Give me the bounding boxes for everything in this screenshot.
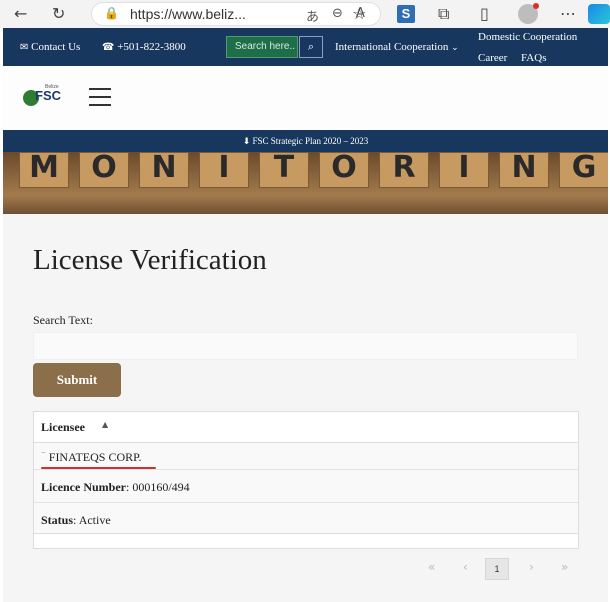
status-label: Status [41,513,74,527]
edge-icon[interactable] [588,4,610,24]
licence-number-row: Licence Number: 000160/494 [41,480,190,495]
page-title: License Verification [33,244,267,276]
phone-label: +501-822-3800 [117,41,186,53]
licensee-name: ⁻ FINATEQS CORP. [41,450,141,465]
licensee-value: FINATEQS CORP. [48,450,142,464]
search-text-label: Search Text: [33,313,93,327]
zoom-out-icon[interactable]: ⊖ [332,6,343,21]
address-bar[interactable]: 🔒 https://www.beliz... あ ⊖ A [91,2,381,26]
top-contact-bar: ✉ Contact Us ☎ +501-822-3800 Search here… [3,28,608,66]
download-icon: ⬇ [242,137,251,147]
results-table: Licensee ▲ ⁻ FINATEQS CORP. Licence Numb… [33,411,579,549]
envelope-icon: ✉ [20,42,29,53]
search-icon: ⌕ [307,40,315,53]
lock-icon[interactable]: 🔒 [104,6,119,20]
phone-icon: ☎ [102,42,115,53]
nav-career[interactable]: Career [478,51,507,65]
fsc-logo[interactable]: Belize FSC [23,84,63,110]
licence-number-value: : 000160/494 [125,480,190,494]
menu-icon[interactable] [89,88,111,106]
letter-block: T [259,152,309,188]
nav-domestic-cooperation[interactable]: Domestic Cooperation [478,30,577,44]
nav-international-label: International Cooperation [335,41,449,53]
search-button[interactable]: ⌕ [299,36,323,58]
main-content: License Verification Search Text: Submit… [3,214,608,602]
status-value: : Active [73,513,111,527]
read-aloud-icon[interactable]: あ [306,6,319,25]
address-text[interactable]: https://www.beliz... [130,6,246,22]
puzzle-icon[interactable]: ⧉ [438,4,449,24]
letter-block: M [19,152,69,188]
letter-block: R [379,152,429,188]
letter-block: I [199,152,249,188]
table-footer [34,533,578,548]
letter-block: N [139,152,189,188]
pager-current-page[interactable]: 1 [485,558,509,580]
letter-block: I [439,152,489,188]
refresh-icon[interactable]: ↻ [52,4,65,24]
logo-text: FSC [35,88,61,103]
notification-dot [533,3,539,9]
favorite-icon[interactable]: ☆ [352,4,366,24]
monitoring-banner: M O N I T O R I N G [3,152,608,214]
pager-first[interactable]: « [428,560,435,574]
table-header: Licensee ▲ [34,412,578,443]
site-header: Belize FSC [3,66,608,130]
phone-link[interactable]: ☎ +501-822-3800 [102,40,186,55]
extension-icon[interactable]: S [397,5,415,23]
letter-block: N [499,152,549,188]
pager-last[interactable]: » [561,560,568,574]
search-input[interactable]: Search here.. [226,36,298,58]
letter-block: O [319,152,369,188]
pager-prev[interactable]: ‹ [463,560,468,574]
status-row: Status: Active [41,513,111,528]
profile-icon[interactable] [518,3,539,24]
sort-icon[interactable]: ▲ [102,420,108,429]
licensee-column-header[interactable]: Licensee [41,420,85,435]
strategic-plan-label: FSC Strategic Plan 2020 – 2023 [252,136,369,146]
licence-number-label: Licence Number [41,480,126,494]
pager-next[interactable]: › [529,560,534,574]
letter-block: O [79,152,129,188]
nav-faqs[interactable]: FAQs [521,51,546,65]
license-search-input[interactable] [33,332,578,360]
expand-icon[interactable]: ⁻ [41,450,46,460]
nav-international-cooperation[interactable]: International Cooperation ⌄ [335,40,459,55]
letter-block: G [559,152,608,188]
strategic-plan-link[interactable]: ⬇ FSC Strategic Plan 2020 – 2023 [3,130,608,152]
submit-button[interactable]: Submit [33,363,121,397]
contact-link[interactable]: ✉ Contact Us [20,40,80,55]
browser-toolbar: ← ↻ 🔒 https://www.beliz... あ ⊖ A ☆ S ⧉ ▯… [0,0,610,28]
back-icon[interactable]: ← [14,4,27,24]
chevron-down-icon: ⌄ [451,43,459,53]
contact-label: Contact Us [31,41,81,53]
more-icon[interactable]: ⋯ [560,4,576,24]
split-screen-icon[interactable]: ▯ [480,4,489,24]
